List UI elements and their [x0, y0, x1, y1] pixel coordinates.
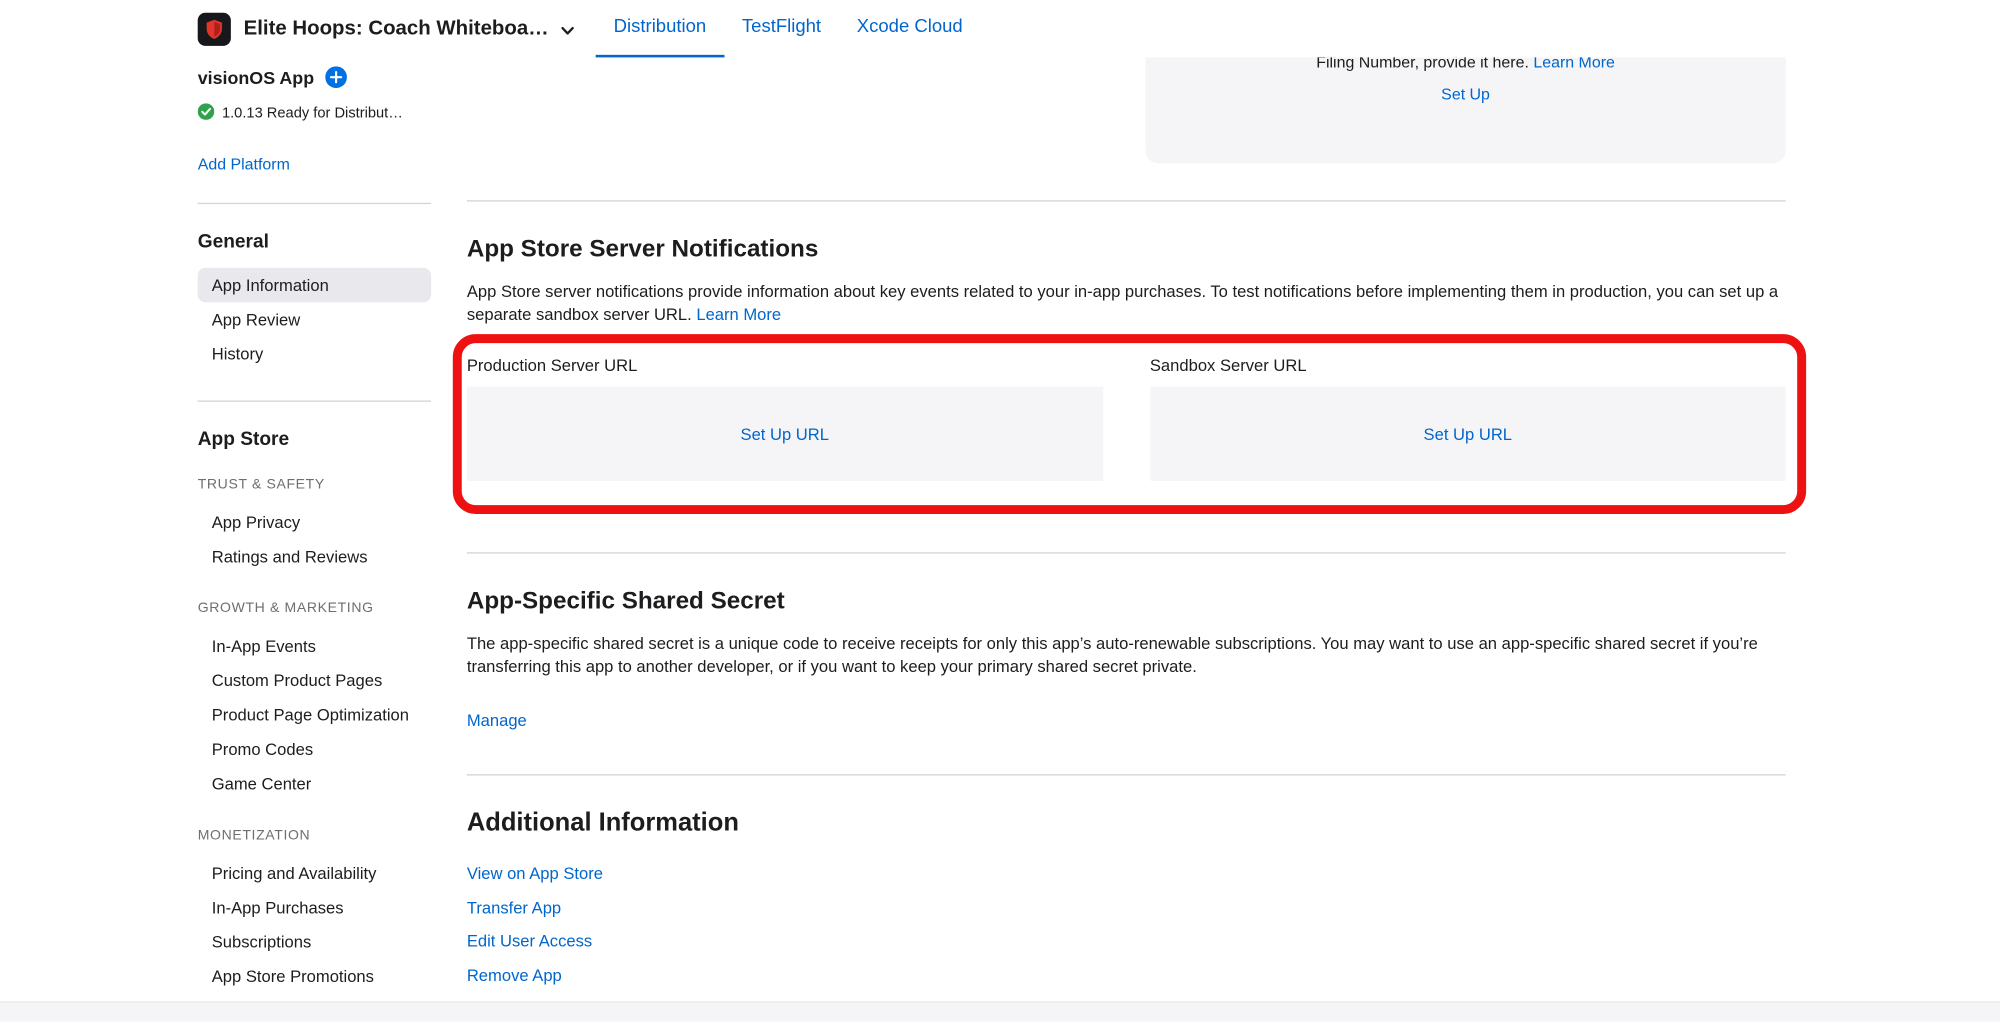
add-platform-link[interactable]: Add Platform	[198, 156, 290, 174]
sidebar-item-app-store-promotions[interactable]: App Store Promotions	[198, 959, 431, 993]
setup-card-set-up-link[interactable]: Set Up	[1441, 85, 1490, 103]
chevron-down-icon[interactable]	[560, 22, 575, 37]
platform-title: visionOS App	[198, 67, 314, 87]
server-notifications-learn-more-link[interactable]: Learn More	[696, 304, 781, 323]
check-icon	[198, 103, 215, 123]
shared-secret-title: App-Specific Shared Secret	[467, 588, 1786, 616]
sidebar-group-monetization: MONETIZATION	[198, 828, 431, 843]
sidebar-item-pricing-and-availability[interactable]: Pricing and Availability	[198, 856, 431, 890]
tab-testflight[interactable]: TestFlight	[724, 0, 839, 57]
app-header: Elite Hoops: Coach Whiteboa… Distributio…	[0, 0, 2000, 57]
sidebar-divider	[198, 203, 431, 204]
footer-strip	[0, 1001, 2000, 1021]
shared-secret-description: The app-specific shared secret is a uniq…	[467, 633, 1786, 678]
server-notifications-description-text: App Store server notifications provide i…	[467, 282, 1778, 323]
sidebar-item-promo-codes[interactable]: Promo Codes	[198, 732, 431, 766]
edit-user-access-link[interactable]: Edit User Access	[467, 925, 592, 959]
sidebar-section-app-store: App Store	[198, 429, 431, 451]
version-status-label: 1.0.13 Ready for Distribut…	[222, 106, 403, 121]
sandbox-server-url-column: Sandbox Server URL Set Up URL	[1150, 356, 1786, 481]
transfer-app-link[interactable]: Transfer App	[467, 891, 561, 925]
sidebar: visionOS App 1.0.13 Ready for Distribut……	[198, 57, 431, 993]
server-notifications-description: App Store server notifications provide i…	[467, 281, 1786, 326]
production-server-url-label: Production Server URL	[467, 356, 1103, 375]
production-set-up-url-link[interactable]: Set Up URL	[741, 424, 829, 443]
sidebar-divider	[198, 401, 431, 402]
platform-row: visionOS App	[198, 66, 431, 88]
server-url-columns: Production Server URL Set Up URL Sandbox…	[467, 356, 1786, 481]
sandbox-server-url-panel: Set Up URL	[1150, 386, 1786, 480]
sidebar-item-history[interactable]: History	[198, 337, 431, 371]
manage-link[interactable]: Manage	[467, 710, 527, 729]
additional-links: View on App Store Transfer App Edit User…	[467, 857, 1786, 992]
view-on-app-store-link[interactable]: View on App Store	[467, 857, 603, 891]
sidebar-item-custom-product-pages[interactable]: Custom Product Pages	[198, 663, 431, 697]
sidebar-item-in-app-purchases[interactable]: In-App Purchases	[198, 890, 431, 924]
main-content: App Store Server Notifications App Store…	[467, 57, 1786, 992]
sidebar-group-trust-and-safety: TRUST & SAFETY	[198, 477, 431, 492]
header-tabs: Distribution TestFlight Xcode Cloud	[596, 0, 981, 57]
sidebar-item-in-app-events[interactable]: In-App Events	[198, 629, 431, 663]
add-platform-plus-icon[interactable]	[326, 66, 348, 88]
divider	[467, 552, 1786, 553]
remove-app-link[interactable]: Remove App	[467, 959, 562, 993]
sidebar-item-product-page-optimization[interactable]: Product Page Optimization	[198, 698, 431, 732]
sidebar-item-ratings-and-reviews[interactable]: Ratings and Reviews	[198, 540, 431, 574]
sidebar-section-general: General	[198, 231, 431, 253]
sidebar-item-subscriptions[interactable]: Subscriptions	[198, 925, 431, 959]
divider	[467, 774, 1786, 775]
sidebar-item-app-information[interactable]: App Information	[198, 268, 431, 302]
sidebar-item-app-review[interactable]: App Review	[198, 302, 431, 336]
production-server-url-column: Production Server URL Set Up URL	[467, 356, 1103, 481]
production-server-url-panel: Set Up URL	[467, 386, 1103, 480]
server-notifications-title: App Store Server Notifications	[467, 236, 1786, 264]
sandbox-server-url-label: Sandbox Server URL	[1150, 356, 1786, 375]
sidebar-item-app-privacy[interactable]: App Privacy	[198, 505, 431, 539]
divider	[467, 200, 1786, 201]
app-store-connect-page: Filing Number, provide it here. Learn Mo…	[0, 0, 2000, 1022]
tab-xcode-cloud[interactable]: Xcode Cloud	[839, 0, 981, 57]
tab-distribution[interactable]: Distribution	[596, 0, 724, 57]
sidebar-item-game-center[interactable]: Game Center	[198, 767, 431, 801]
app-icon	[198, 12, 231, 45]
sandbox-set-up-url-link[interactable]: Set Up URL	[1424, 424, 1512, 443]
sidebar-group-growth-and-marketing: GROWTH & MARKETING	[198, 601, 431, 616]
additional-information-title: Additional Information	[467, 809, 1786, 838]
version-status-row[interactable]: 1.0.13 Ready for Distribut…	[198, 103, 431, 123]
app-title[interactable]: Elite Hoops: Coach Whiteboa…	[244, 17, 549, 40]
